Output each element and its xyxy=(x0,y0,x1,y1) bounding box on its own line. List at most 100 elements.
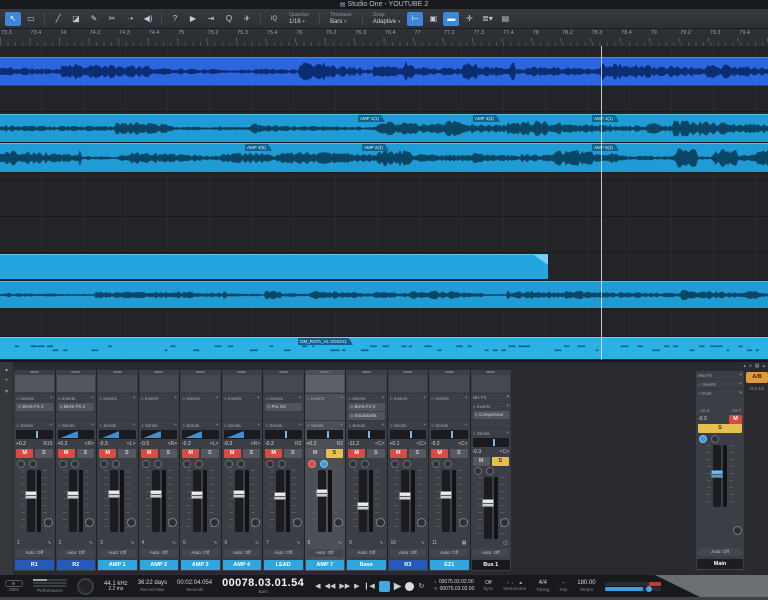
record-button[interactable] xyxy=(405,581,415,591)
pan-control[interactable] xyxy=(306,430,343,439)
iq-toggle[interactable]: iQ xyxy=(266,12,282,26)
record-arm-button[interactable] xyxy=(307,459,316,468)
add-insert-icon[interactable]: + xyxy=(506,403,509,409)
sends-header[interactable]: ⊙ Sends + xyxy=(387,420,428,429)
channel-header[interactable] xyxy=(264,375,303,392)
split-tool-button[interactable]: ╱ xyxy=(50,12,66,26)
sends-header[interactable]: ⊙ Sends + xyxy=(429,420,470,429)
eraser-tool-button[interactable]: ◪ xyxy=(68,12,84,26)
channel-strip[interactable]: ⊙ Inserts + ⊙ Sends + -0.5 <R> M S 4 ∿ A… xyxy=(138,370,179,571)
arrange-view[interactable]: AMP 1(1) AMP 4(3) AMP 1(1) AMP 4(5) AMP … xyxy=(0,46,768,360)
mute-button[interactable]: M xyxy=(16,449,34,458)
pan-value[interactable]: <R> xyxy=(85,440,94,448)
monitor-button[interactable] xyxy=(195,459,203,468)
pan-control[interactable] xyxy=(99,430,136,439)
channel-header[interactable] xyxy=(98,375,137,392)
add-insert-icon[interactable]: + xyxy=(465,395,468,401)
pan-control[interactable] xyxy=(16,430,53,439)
volume-fader[interactable] xyxy=(315,470,328,532)
channel-name[interactable]: AMP 1 xyxy=(98,560,137,570)
automation-mode[interactable]: Auto: Off xyxy=(431,549,468,557)
inserts-header[interactable]: ⊙ Inserts + xyxy=(138,393,179,402)
pan-knob[interactable] xyxy=(168,518,177,527)
mute-button[interactable]: M xyxy=(182,449,200,458)
channel-name[interactable]: AMP 3 xyxy=(181,560,220,570)
volume-fader[interactable] xyxy=(481,477,494,540)
add-send-icon[interactable]: + xyxy=(299,422,302,428)
add-send-icon[interactable]: + xyxy=(91,422,94,428)
channel-name[interactable]: R3 xyxy=(388,560,427,570)
next-marker-button[interactable]: ▶ xyxy=(354,582,359,590)
sends-header[interactable]: ⊙ Sends + xyxy=(221,420,262,429)
crosshair-button[interactable]: ✛ xyxy=(461,12,477,26)
pan-control[interactable] xyxy=(431,430,468,439)
inserts-header[interactable]: ⊙ Inserts + xyxy=(346,393,387,402)
pan-value[interactable]: <C> xyxy=(375,440,384,448)
pin-icon[interactable]: ▴ xyxy=(762,363,765,369)
insert-device[interactable]: BIAS FX 2 xyxy=(16,403,53,411)
pan-knob[interactable] xyxy=(500,518,509,528)
sends-header[interactable]: ⊙ Sends + xyxy=(304,420,345,429)
solo-button[interactable]: S xyxy=(159,449,177,458)
follow-button[interactable]: ⇥ xyxy=(203,12,219,26)
channel-header[interactable] xyxy=(305,375,344,392)
audio-clip-track2[interactable]: AMP 1(1) AMP 4(3) AMP 1(1) xyxy=(0,114,768,142)
automation-mode[interactable]: Auto: Off xyxy=(472,549,509,558)
pan-control[interactable] xyxy=(472,437,509,447)
gain-value[interactable]: +0.2 xyxy=(16,440,26,448)
pan-control[interactable] xyxy=(223,430,260,439)
inserts-header[interactable]: ⊙ Inserts + xyxy=(180,393,221,402)
pan-control[interactable] xyxy=(348,430,385,439)
volume-fader[interactable] xyxy=(440,470,453,532)
mute-button[interactable]: M xyxy=(472,456,490,466)
playhead[interactable] xyxy=(601,46,602,360)
channel-name[interactable]: Bass xyxy=(347,560,386,570)
solo-button[interactable]: S xyxy=(118,449,136,458)
sends-header[interactable]: ⊙ Sends + xyxy=(263,420,304,429)
pan-value[interactable]: <L> xyxy=(210,440,219,448)
gain-value[interactable]: -0.3 xyxy=(224,440,233,448)
pan-value[interactable]: <C> xyxy=(417,440,426,448)
listen-tool-button[interactable]: ◀) xyxy=(140,12,156,26)
pan-knob[interactable] xyxy=(126,518,136,527)
pan-control[interactable] xyxy=(140,430,177,439)
channel-strip[interactable]: ⊙ Inserts + ⊙ Sends + +0.2 R2 M S 8 ∿ Au… xyxy=(304,370,345,571)
channel-header[interactable] xyxy=(347,375,386,392)
channel-strip[interactable]: ⊙ Inserts + BIAS FX 2 ⊙ Sends + +0.2 R15… xyxy=(14,370,55,571)
mute-tool-button[interactable]: ✂ xyxy=(104,12,120,26)
main-volume-fader[interactable] xyxy=(711,445,723,507)
solo-button[interactable]: S xyxy=(284,449,302,458)
pan-value[interactable]: <L> xyxy=(127,440,136,448)
output-level-meter[interactable] xyxy=(604,581,661,592)
loop-range-display[interactable]: L 00075.03.02.00 R 00075.03.02.00 xyxy=(434,579,474,593)
sends-header[interactable]: ⊙ Sends + xyxy=(470,428,511,437)
sends-header[interactable]: ⊙ Sends + xyxy=(346,420,387,429)
automation-mode[interactable]: Auto: Off xyxy=(182,549,219,557)
mixfx-slot[interactable]: Mix FX ▾ xyxy=(470,392,511,402)
channel-name[interactable]: Bus 1 xyxy=(471,560,510,570)
add-insert-icon[interactable]: + xyxy=(216,395,219,401)
solo-button[interactable]: S xyxy=(76,449,94,458)
add-insert-icon[interactable]: + xyxy=(382,395,385,401)
pan-knob[interactable] xyxy=(733,526,742,535)
add-insert-icon[interactable]: + xyxy=(340,395,343,401)
gain-value[interactable]: -0.3 xyxy=(182,440,191,448)
bend-tool-button[interactable]: ➝ xyxy=(122,12,138,26)
pan-knob[interactable] xyxy=(375,518,385,527)
channel-name[interactable]: Main xyxy=(697,559,743,569)
channel-name[interactable]: AMP 4 xyxy=(222,560,261,570)
timeline-ruler[interactable]: 73.3 73.4 74 74.2 74.3 74.4 75 75.2 75.3 75.4 76 76… xyxy=(0,28,768,47)
seconds-display[interactable]: 00:02:04.054 Seconds xyxy=(177,580,212,592)
pan-control[interactable] xyxy=(265,430,302,439)
pan-knob[interactable] xyxy=(458,518,468,527)
automation-mode[interactable]: Auto: Off xyxy=(306,549,343,557)
save-button[interactable]: ▤ xyxy=(497,12,513,26)
speaker-button[interactable] xyxy=(711,434,719,443)
pan-knob[interactable] xyxy=(334,518,343,527)
post-toggle[interactable]: ⊙ Post ▾ xyxy=(696,388,744,397)
channel-strip[interactable]: ⊙ Inserts + BIAS FX 2 ⊙ Sends + +0.2 <R>… xyxy=(55,370,96,571)
add-send-icon[interactable]: + xyxy=(133,422,136,428)
return-to-start-button[interactable]: ❙◀ xyxy=(364,582,375,590)
pan-knob[interactable] xyxy=(209,518,219,527)
mute-button[interactable]: M xyxy=(99,449,117,458)
